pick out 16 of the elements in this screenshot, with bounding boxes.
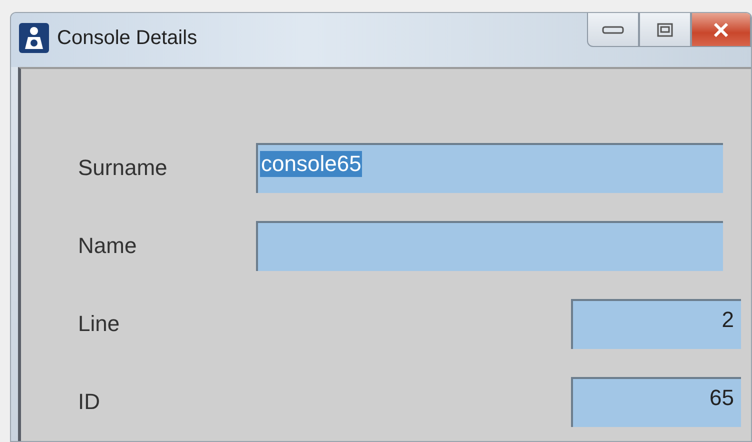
input-field[interactable]: 2 [571, 299, 741, 349]
input-field[interactable]: console65 [256, 143, 723, 193]
close-button[interactable] [691, 13, 751, 47]
field-label: Name [78, 233, 138, 259]
maximize-button[interactable] [639, 13, 691, 47]
input-field[interactable] [256, 221, 723, 271]
input-field[interactable]: 65 [571, 377, 741, 427]
maximize-icon [657, 22, 673, 36]
app-icon [19, 23, 49, 53]
field-label: Line [78, 311, 121, 337]
minimize-icon [602, 26, 624, 34]
field-label: ID [78, 389, 101, 415]
field-label: Surname [78, 155, 168, 181]
window-title: Console Details [57, 27, 198, 50]
close-icon [713, 22, 729, 36]
minimize-button[interactable] [587, 13, 639, 47]
